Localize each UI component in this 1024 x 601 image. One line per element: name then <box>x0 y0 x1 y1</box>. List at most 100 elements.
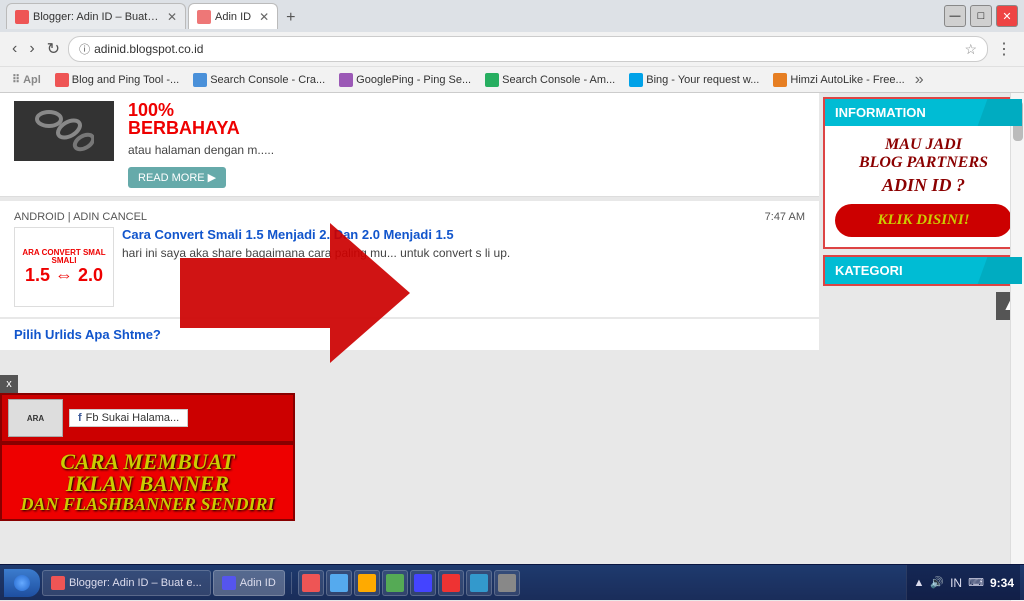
back-button[interactable]: ‹ <box>8 38 21 60</box>
taskbar-icon-4[interactable] <box>382 570 408 596</box>
new-tab-button[interactable]: + <box>280 7 301 29</box>
minimize-button[interactable]: — <box>944 5 966 27</box>
forward-button[interactable]: › <box>25 38 38 60</box>
article-meta: ANDROID | ADIN CANCEL 7:47 AM <box>14 211 805 223</box>
tab-blogger-label: Blogger: Adin ID – Buat e... <box>33 11 159 23</box>
blogger-favicon <box>15 10 29 24</box>
info-widget-header-title: INFORMATION <box>835 105 1012 120</box>
article-title-row: ARA CONVERT SMAL SMALI 1.5 ⇔ 2.0 Cara Co… <box>14 227 805 307</box>
taskbar-icon-6[interactable] <box>438 570 464 596</box>
bookmark-search-console-cra[interactable]: Search Console - Cra... <box>187 71 331 89</box>
tray-network-icon: ▲ <box>913 577 924 589</box>
article-third: Pilih Urlids Apa Shtme? <box>0 319 819 350</box>
partners-text2: BLOG PARTNERS <box>835 154 1012 172</box>
url-text: adinid.blogspot.co.id <box>94 42 960 56</box>
tab-adin[interactable]: Adin ID ✕ <box>188 3 278 29</box>
taskbar-btn-blogger[interactable]: Blogger: Adin ID – Buat e... <box>42 570 211 596</box>
quick-launch-icon-8 <box>498 574 516 592</box>
bookmark-search-console-am[interactable]: Search Console - Am... <box>479 71 621 89</box>
center-column: 100% BERBAHAYA atau halaman dengan m....… <box>0 93 819 601</box>
bookmark-star-icon[interactable]: ☆ <box>964 41 977 58</box>
partners-text1: MAU JADI <box>835 136 1012 154</box>
tab-adin-close[interactable]: ✕ <box>259 10 269 24</box>
reload-button[interactable]: ↻ <box>43 37 64 61</box>
banner-body: CARA MEMBUAT IKLAN BANNER DAN FLASHBANNE… <box>0 443 295 521</box>
article-text-block: Cara Convert Smali 1.5 Menjadi 2. Dan 2.… <box>122 227 805 307</box>
menu-button[interactable]: ⋮ <box>992 37 1016 61</box>
article-main-desc: hari ini saya aka share bagaimana cara p… <box>122 246 805 260</box>
banner-title3: DAN FLASHBANNER SENDIRI <box>6 495 289 513</box>
tab-bar: Blogger: Adin ID – Buat e... ✕ Adin ID ✕… <box>6 3 944 29</box>
article-top-snippet: atau halaman dengan m..... <box>128 137 805 163</box>
tab-adin-label: Adin ID <box>215 11 251 23</box>
taskbar-icon-8[interactable] <box>494 570 520 596</box>
taskbar-divider <box>291 572 292 594</box>
bookmark-bing[interactable]: Bing - Your request w... <box>623 71 765 89</box>
article-main-title[interactable]: Cara Convert Smali 1.5 Menjadi 2. Dan 2.… <box>122 227 805 242</box>
close-button[interactable]: ✕ <box>996 5 1018 27</box>
smali-version: 1.5 ⇔ 2.0 <box>22 265 105 286</box>
taskbar-btn-adin-label: Adin ID <box>240 577 276 589</box>
taskbar-btn-adin[interactable]: Adin ID <box>213 570 285 596</box>
address-bar: ‹ › ↻ ⓘ adinid.blogspot.co.id ☆ ⋮ <box>0 32 1024 66</box>
kategori-widget-title: KATEGORI <box>835 263 1012 278</box>
scrollbar[interactable] <box>1010 93 1024 601</box>
bookmark-icon-blog-ping <box>55 73 69 87</box>
maximize-button[interactable]: □ <box>970 5 992 27</box>
klik-disini-button[interactable]: KLIK DISINI! <box>835 204 1012 237</box>
taskbar-blogger-icon <box>51 576 65 590</box>
adin-favicon <box>197 10 211 24</box>
taskbar-icon-7[interactable] <box>466 570 492 596</box>
article-third-title[interactable]: Pilih Urlids Apa Shtme? <box>14 327 805 342</box>
kategori-widget-header: KATEGORI <box>825 257 1022 284</box>
bookmark-icon-bing <box>629 73 643 87</box>
title-bar: Blogger: Adin ID – Buat e... ✕ Adin ID ✕… <box>0 0 1024 32</box>
danger-text-100: 100% BERBAHAYA <box>128 101 805 137</box>
system-tray: ▲ 🔊 IN ⌨ 9:34 <box>906 565 1020 600</box>
banner-logo: ARA <box>8 399 63 437</box>
taskbar-btn-blogger-label: Blogger: Adin ID – Buat e... <box>69 577 202 589</box>
smali-label2: SMALI <box>22 257 105 265</box>
fb-label: Fb Sukai Halama... <box>86 412 180 424</box>
tab-blogger-close[interactable]: ✕ <box>167 10 177 24</box>
bookmark-google-ping[interactable]: GooglePing - Ping Se... <box>333 71 477 89</box>
quick-launch-icon-6 <box>442 574 460 592</box>
partners-adin: ADIN ID ? <box>835 175 1012 196</box>
url-box[interactable]: ⓘ adinid.blogspot.co.id ☆ <box>68 36 988 62</box>
overlay-banner: ARA f Fb Sukai Halama... CARA MEMBUAT IK… <box>0 393 295 521</box>
lock-icon: ⓘ <box>79 41 90 57</box>
article-top: 100% BERBAHAYA atau halaman dengan m....… <box>0 93 819 197</box>
article-main-thumb: ARA CONVERT SMAL SMALI 1.5 ⇔ 2.0 <box>14 227 114 307</box>
kategori-widget: KATEGORI <box>823 255 1024 286</box>
banner-title1: CARA MEMBUAT <box>6 451 289 473</box>
bookmark-himzi[interactable]: Himzi AutoLike - Free... <box>767 71 910 89</box>
article-meta-right: 7:47 AM <box>765 211 805 223</box>
bookmarks-bar: ⠿ Apl Blog and Ping Tool -... Search Con… <box>0 66 1024 92</box>
taskbar-icon-1[interactable] <box>298 570 324 596</box>
tray-network-area[interactable]: IN <box>950 576 962 590</box>
taskbar: Blogger: Adin ID – Buat e... Adin ID ▲ 🔊… <box>0 564 1024 600</box>
banner-close-button[interactable]: x <box>0 375 18 393</box>
taskbar-icon-2[interactable] <box>326 570 352 596</box>
bookmark-apps[interactable]: ⠿ Apl <box>6 71 47 88</box>
info-widget-body: MAU JADI BLOG PARTNERS ADIN ID ? KLIK DI… <box>825 126 1022 247</box>
bookmark-icon-google-ping <box>339 73 353 87</box>
tray-keyboard-icon[interactable]: ⌨ <box>968 576 984 589</box>
bookmarks-more-button[interactable]: » <box>915 71 924 89</box>
taskbar-icon-5[interactable] <box>410 570 436 596</box>
quick-launch-icon-2 <box>330 574 348 592</box>
tray-volume-icon[interactable]: 🔊 <box>930 576 944 589</box>
quick-launch-icon-4 <box>386 574 404 592</box>
quick-launch-icon-5 <box>414 574 432 592</box>
start-button[interactable] <box>4 569 40 597</box>
quick-launch-icon-3 <box>358 574 376 592</box>
article-top-image <box>14 101 114 161</box>
page-area: 100% BERBAHAYA atau halaman dengan m....… <box>0 93 1024 601</box>
taskbar-icon-3[interactable] <box>354 570 380 596</box>
read-more-button[interactable]: READ MORE ▶ <box>128 167 226 188</box>
tray-time-display: 9:34 <box>990 576 1014 590</box>
fb-like-box[interactable]: f Fb Sukai Halama... <box>69 409 188 427</box>
tab-blogger[interactable]: Blogger: Adin ID – Buat e... ✕ <box>6 3 186 29</box>
window-controls: — □ ✕ <box>944 5 1018 27</box>
bookmark-blog-ping[interactable]: Blog and Ping Tool -... <box>49 71 185 89</box>
